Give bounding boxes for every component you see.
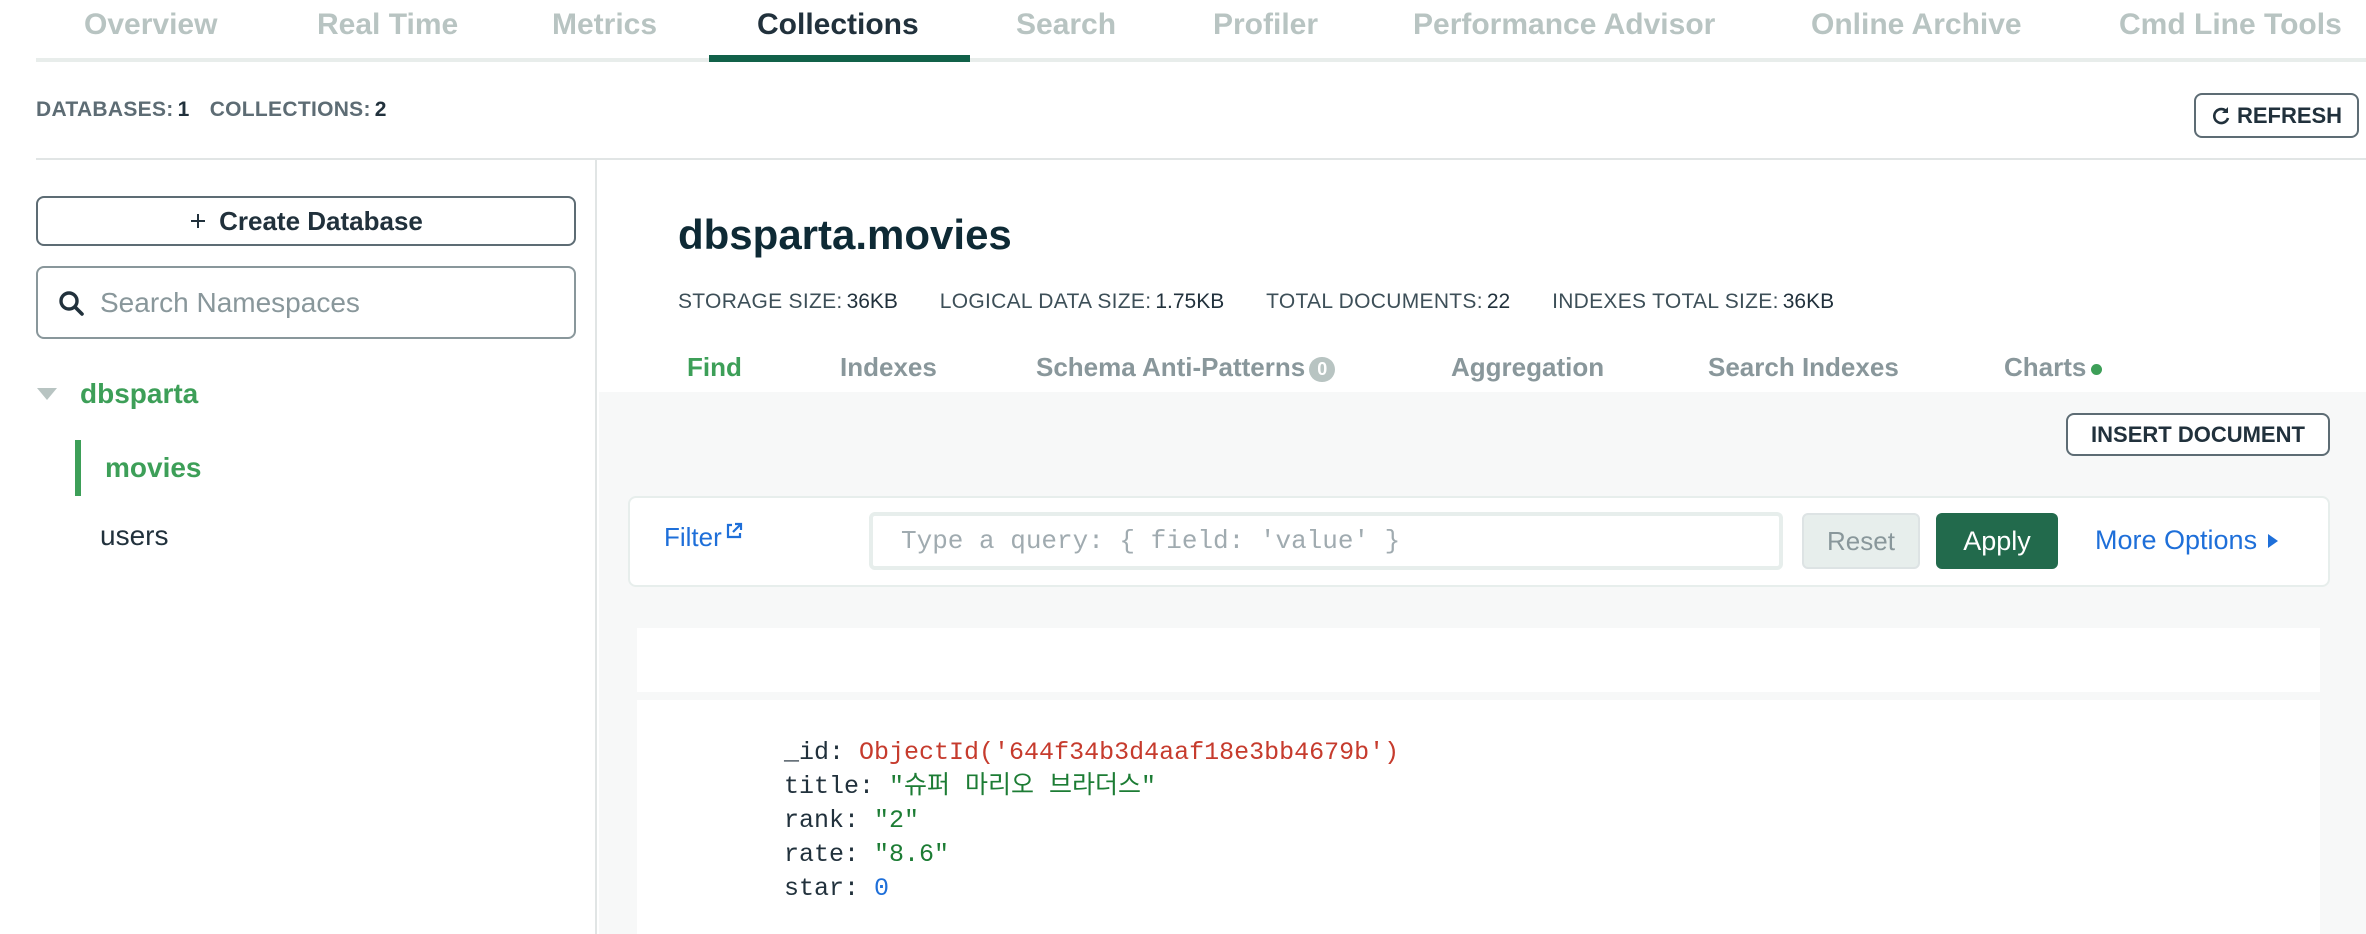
filter-label: Filter (664, 522, 722, 552)
count-badge: 0 (1309, 356, 1336, 382)
field-key: star: (784, 874, 860, 903)
status-dot-icon (2091, 363, 2103, 375)
field-value: "슈퍼 마리오 브라더스" (889, 772, 1157, 801)
document-card[interactable]: _id: ObjectId('644f34b3d4aaf18e3bb4679b'… (637, 700, 2320, 934)
query-filter-input[interactable] (869, 512, 1783, 570)
field-key: rank: (784, 806, 860, 835)
more-options-link[interactable]: More Options (2095, 525, 2279, 556)
tab-schema-label: Schema Anti-Patterns (1036, 352, 1306, 382)
tab-performance-advisor[interactable]: Performance Advisor (1413, 8, 1715, 42)
create-database-label: Create Database (219, 205, 423, 236)
tab-real-time[interactable]: Real Time (317, 8, 458, 42)
namespace-sidebar: Create Database dbsparta movies users (0, 160, 597, 934)
external-link-icon (726, 522, 742, 539)
field-key: rate: (784, 840, 860, 869)
tab-profiler[interactable]: Profiler (1213, 8, 1318, 42)
tab-collections[interactable]: Collections (757, 8, 919, 42)
collection-name: movies (105, 452, 202, 483)
tab-indexes[interactable]: Indexes (840, 352, 937, 383)
tab-charts[interactable]: Charts (2004, 352, 2103, 383)
caret-right-icon (2268, 533, 2279, 548)
query-bar: Filter Reset Apply More Options (628, 496, 2330, 587)
indexes-size-label: INDEXES TOTAL SIZE: (1552, 290, 1779, 313)
collection-stats: STORAGE SIZE: 36KB LOGICAL DATA SIZE: 1.75… (678, 290, 1870, 314)
tab-overview[interactable]: Overview (84, 8, 217, 42)
tab-search[interactable]: Search (1016, 8, 1116, 42)
tab-charts-label: Charts (2004, 352, 2087, 382)
refresh-button[interactable]: REFRESH (2194, 93, 2359, 138)
tab-cmd-line-tools[interactable]: Cmd Line Tools (2119, 8, 2342, 42)
field-star: star: 0 (784, 872, 1399, 906)
indexes-size-value: 36KB (1782, 290, 1835, 313)
field-title: title: "슈퍼 마리오 브라더스" (784, 770, 1399, 804)
field-id: _id: ObjectId('644f34b3d4aaf18e3bb4679b'… (784, 736, 1399, 770)
databases-label: DATABASES: (36, 98, 174, 121)
refresh-label: REFRESH (2236, 102, 2343, 128)
insert-document-button[interactable]: INSERT DOCUMENT (2066, 413, 2330, 456)
create-database-button[interactable]: Create Database (36, 196, 576, 246)
collection-title: dbsparta.movies (678, 211, 1012, 258)
collection-item-movies[interactable]: movies (75, 440, 595, 496)
cluster-stats: DATABASES: 1 COLLECTIONS: 2 (36, 98, 401, 122)
tab-aggregation[interactable]: Aggregation (1451, 352, 1604, 383)
refresh-icon (2212, 106, 2230, 124)
database-item-dbsparta[interactable]: dbsparta (36, 378, 198, 410)
total-docs-value: 22 (1486, 290, 1511, 313)
top-nav: Overview Real Time Metrics Collections S… (36, 0, 2366, 62)
results-header (637, 628, 2320, 692)
field-rank: rank: "2" (784, 804, 1399, 838)
document-fields: _id: ObjectId('644f34b3d4aaf18e3bb4679b'… (784, 736, 1399, 906)
plus-icon (191, 214, 206, 228)
namespace-search (36, 266, 576, 339)
collections-label: COLLECTIONS: (209, 98, 371, 121)
tab-metrics[interactable]: Metrics (552, 8, 657, 42)
logical-size-value: 1.75KB (1155, 290, 1225, 313)
logical-size-label: LOGICAL DATA SIZE: (939, 290, 1152, 313)
field-value: "8.6" (874, 840, 950, 869)
tab-find[interactable]: Find (687, 352, 742, 383)
field-value: 0 (874, 874, 890, 903)
field-rate: rate: "8.6" (784, 838, 1399, 872)
tab-schema-anti-patterns[interactable]: Schema Anti-Patterns 0 (1036, 352, 1336, 383)
reset-button[interactable]: Reset (1802, 513, 1920, 569)
databases-count: 1 (177, 98, 190, 121)
field-value: "2" (874, 806, 920, 835)
total-docs-label: TOTAL DOCUMENTS: (1266, 290, 1483, 313)
field-value: ObjectId('644f34b3d4aaf18e3bb4679b') (859, 738, 1400, 767)
collections-count: 2 (374, 98, 387, 121)
more-options-label: More Options (2095, 525, 2258, 555)
search-namespaces-input[interactable] (100, 286, 540, 319)
tab-search-indexes[interactable]: Search Indexes (1708, 352, 1899, 383)
active-tab-indicator (709, 55, 970, 62)
database-name: dbsparta (80, 378, 199, 409)
field-key: _id: (784, 738, 845, 767)
storage-size-value: 36KB (846, 290, 898, 313)
filter-link[interactable]: Filter (664, 522, 743, 553)
caret-down-icon (37, 388, 57, 400)
search-icon (59, 290, 84, 316)
collection-item-users[interactable]: users (100, 520, 168, 552)
tab-online-archive[interactable]: Online Archive (1811, 8, 2022, 42)
field-key: title: (784, 772, 875, 801)
storage-size-label: STORAGE SIZE: (678, 290, 843, 313)
apply-button[interactable]: Apply (1936, 513, 2058, 569)
